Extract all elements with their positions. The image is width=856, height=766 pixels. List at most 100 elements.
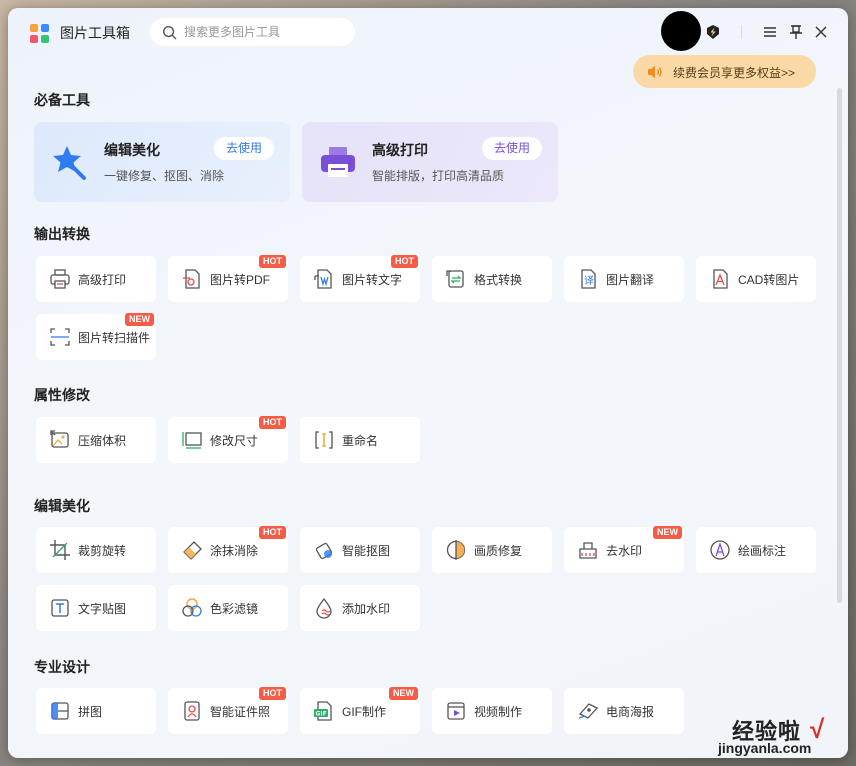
tool-label: 拼图	[78, 705, 103, 719]
section-title-design: 专业设计	[34, 659, 90, 675]
tool-video-maker[interactable]: 视频制作	[432, 688, 552, 734]
collage-icon	[51, 702, 69, 720]
tool-label: GIF制作	[342, 705, 386, 719]
app-logo-icon	[30, 24, 50, 44]
tool-image-to-text[interactable]: 图片转文字 HOT	[300, 255, 420, 302]
tool-label: 视频制作	[474, 705, 523, 719]
feature-title: 高级打印	[372, 142, 428, 158]
search-box[interactable]	[150, 18, 355, 46]
tool-label: 压缩体积	[78, 434, 127, 448]
resize-icon	[182, 432, 202, 449]
tool-remove-watermark[interactable]: 去水印 NEW	[564, 526, 684, 573]
quality-repair-icon	[446, 540, 466, 560]
tool-smart-cutout[interactable]: 智能抠图	[300, 527, 420, 573]
id-photo-icon	[184, 701, 200, 721]
feature-title: 编辑美化	[104, 142, 160, 158]
search-icon	[162, 25, 177, 40]
scrollbar[interactable]	[837, 88, 842, 603]
format-convert-icon	[446, 270, 464, 288]
tool-cad-to-image[interactable]: CAD转图片	[696, 256, 816, 302]
checkmark-icon: √	[810, 714, 825, 744]
feature-desc: 一键修复、抠图、消除	[104, 169, 225, 183]
tool-label: 图片转扫描件	[78, 331, 151, 345]
new-badge: NEW	[125, 313, 154, 326]
tool-quality-repair[interactable]: 画质修复	[432, 527, 552, 573]
use-button[interactable]: 去使用	[214, 137, 274, 160]
rename-icon	[315, 431, 333, 449]
tool-label: 色彩滤镜	[210, 602, 259, 616]
svg-text:GIF: GIF	[316, 711, 327, 718]
annotate-icon	[710, 540, 730, 560]
section-title-edit: 编辑美化	[34, 498, 90, 514]
crop-icon	[50, 540, 70, 560]
tool-gif-maker[interactable]: GIF GIF制作 NEW	[300, 687, 420, 734]
tool-format-convert[interactable]: 格式转换	[432, 256, 552, 302]
hot-badge: HOT	[259, 526, 286, 539]
svg-text:译: 译	[584, 275, 594, 287]
video-icon	[447, 702, 465, 720]
tool-smear-erase[interactable]: 涂抹消除 HOT	[168, 526, 288, 573]
tool-label: 重命名	[342, 434, 379, 448]
add-watermark-icon	[316, 597, 332, 619]
feature-card-print[interactable]: 高级打印 智能排版，打印高清品质 去使用	[302, 122, 558, 202]
cutout-icon	[315, 542, 333, 560]
tool-label: 格式转换	[474, 273, 523, 287]
tool-label: 图片转PDF	[210, 273, 271, 287]
vip-banner-text: 续费会员享更多权益>>	[673, 66, 796, 80]
tool-label: CAD转图片	[738, 273, 800, 287]
tool-image-to-scan[interactable]: 图片转扫描件 NEW	[36, 313, 156, 360]
compress-icon	[50, 430, 69, 448]
tool-label: 裁剪旋转	[78, 544, 127, 558]
magic-wand-icon	[53, 146, 86, 180]
tool-collage[interactable]: 拼图	[36, 688, 156, 734]
tool-image-translate[interactable]: 译 图片翻译	[564, 256, 684, 302]
site-watermark: 经验啦 √ jingyanla.com	[710, 714, 840, 760]
tool-label: 修改尺寸	[210, 434, 259, 448]
tool-text-sticker[interactable]: 文字贴图	[36, 585, 156, 631]
tool-compress[interactable]: 压缩体积	[36, 417, 156, 463]
tool-image-to-pdf[interactable]: 图片转PDF HOT	[168, 255, 288, 302]
tool-label: 智能抠图	[342, 544, 391, 558]
remove-watermark-icon	[579, 542, 597, 559]
avatar[interactable]	[661, 11, 701, 51]
gif-icon: GIF	[314, 701, 332, 721]
tool-label: 绘画标注	[738, 544, 787, 558]
new-badge: NEW	[653, 526, 682, 539]
tool-add-watermark[interactable]: 添加水印	[300, 585, 420, 631]
text-extract-icon	[314, 269, 332, 289]
vip-renew-banner[interactable]: 续费会员享更多权益>>	[633, 55, 816, 88]
tool-paint-annotate[interactable]: 绘画标注	[696, 527, 816, 573]
tool-list[interactable]: 必备工具 编辑美化 一键修复、抠图、消除 去使用 高级打印 智能排版，打印高清品…	[8, 88, 848, 758]
speaker-icon	[648, 66, 662, 78]
pin-icon[interactable]	[786, 22, 806, 42]
hot-badge: HOT	[259, 687, 286, 700]
tool-label: 文字贴图	[78, 602, 127, 616]
tool-resize[interactable]: 修改尺寸 HOT	[168, 416, 288, 463]
tool-label: 图片转文字	[342, 273, 403, 287]
printer-icon	[321, 147, 355, 177]
tool-rename[interactable]: 重命名	[300, 417, 420, 463]
feature-desc: 智能排版，打印高清品质	[372, 169, 505, 183]
close-icon[interactable]	[811, 22, 831, 42]
menu-icon[interactable]	[760, 22, 780, 42]
poster-icon	[578, 703, 599, 719]
color-filter-icon	[182, 598, 202, 617]
search-input[interactable]	[184, 23, 344, 41]
use-button[interactable]: 去使用	[482, 137, 542, 160]
section-title-attributes: 属性修改	[34, 387, 90, 403]
tool-ecommerce-poster[interactable]: 电商海报	[564, 688, 684, 734]
tool-advanced-print[interactable]: 高级打印	[36, 256, 156, 302]
watermark-en: jingyanla.com	[718, 740, 812, 756]
tool-label: 涂抹消除	[210, 544, 259, 558]
section-title-output: 输出转换	[34, 226, 90, 242]
tool-label: 画质修复	[474, 544, 523, 558]
tool-label: 去水印	[606, 544, 643, 558]
tool-crop-rotate[interactable]: 裁剪旋转	[36, 527, 156, 573]
new-badge: NEW	[389, 687, 418, 700]
tool-id-photo[interactable]: 智能证件照 HOT	[168, 687, 288, 734]
tool-color-filter[interactable]: 色彩滤镜	[168, 585, 288, 631]
tool-label: 图片翻译	[606, 273, 655, 287]
hot-badge: HOT	[391, 255, 418, 268]
title-separator	[741, 25, 742, 39]
feature-card-edit[interactable]: 编辑美化 一键修复、抠图、消除 去使用	[34, 122, 290, 202]
